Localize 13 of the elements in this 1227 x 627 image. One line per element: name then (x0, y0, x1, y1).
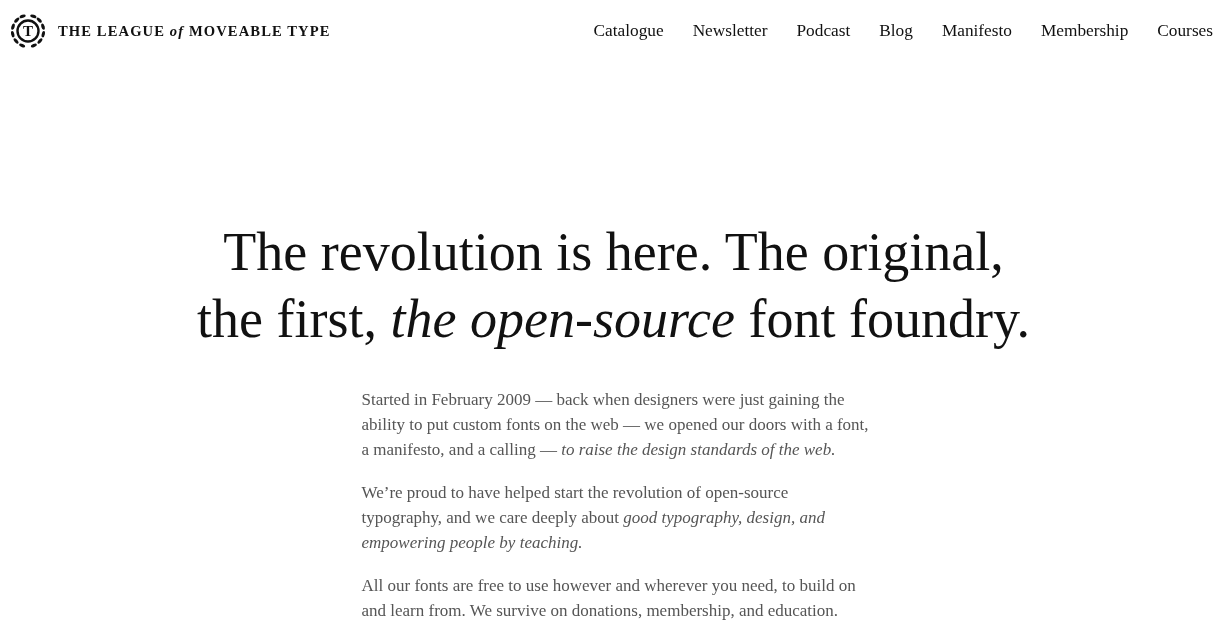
laurel-monogram-logo[interactable]: T (8, 11, 48, 51)
hero-headline: The revolution is here. The original, the first, the open-source font foundry. (196, 221, 1031, 351)
nav-link[interactable]: Manifesto (941, 21, 1012, 41)
intro-paragraph: Started in February 2009 — back when designers were just gaining the ability to put custom fonts on the web — we opened our doors with a font, a manifesto, and a calling — to raise the design standards of the web. (361, 389, 870, 461)
nav-link[interactable]: Catalogue (593, 21, 664, 41)
site-wordmark[interactable]: THE LEAGUE of MOVEABLE TYPE (58, 22, 331, 40)
nav-link[interactable]: Blog (879, 21, 913, 41)
intro-paragraph: We’re proud to have helped start the revolution of open-source typography, and we care deeply about good typography, design, and empowering people by teaching. (361, 482, 826, 554)
nav-link[interactable]: Courses (1157, 21, 1213, 41)
nav-link[interactable]: Newsletter (692, 21, 768, 41)
nav-link[interactable]: Podcast (796, 21, 851, 41)
nav-link[interactable]: Membership (1040, 21, 1129, 41)
intro-paragraph: All our fonts are free to use however and wherever you need, to build on and learn from. We survive on donations, membership, and education. (361, 575, 857, 622)
